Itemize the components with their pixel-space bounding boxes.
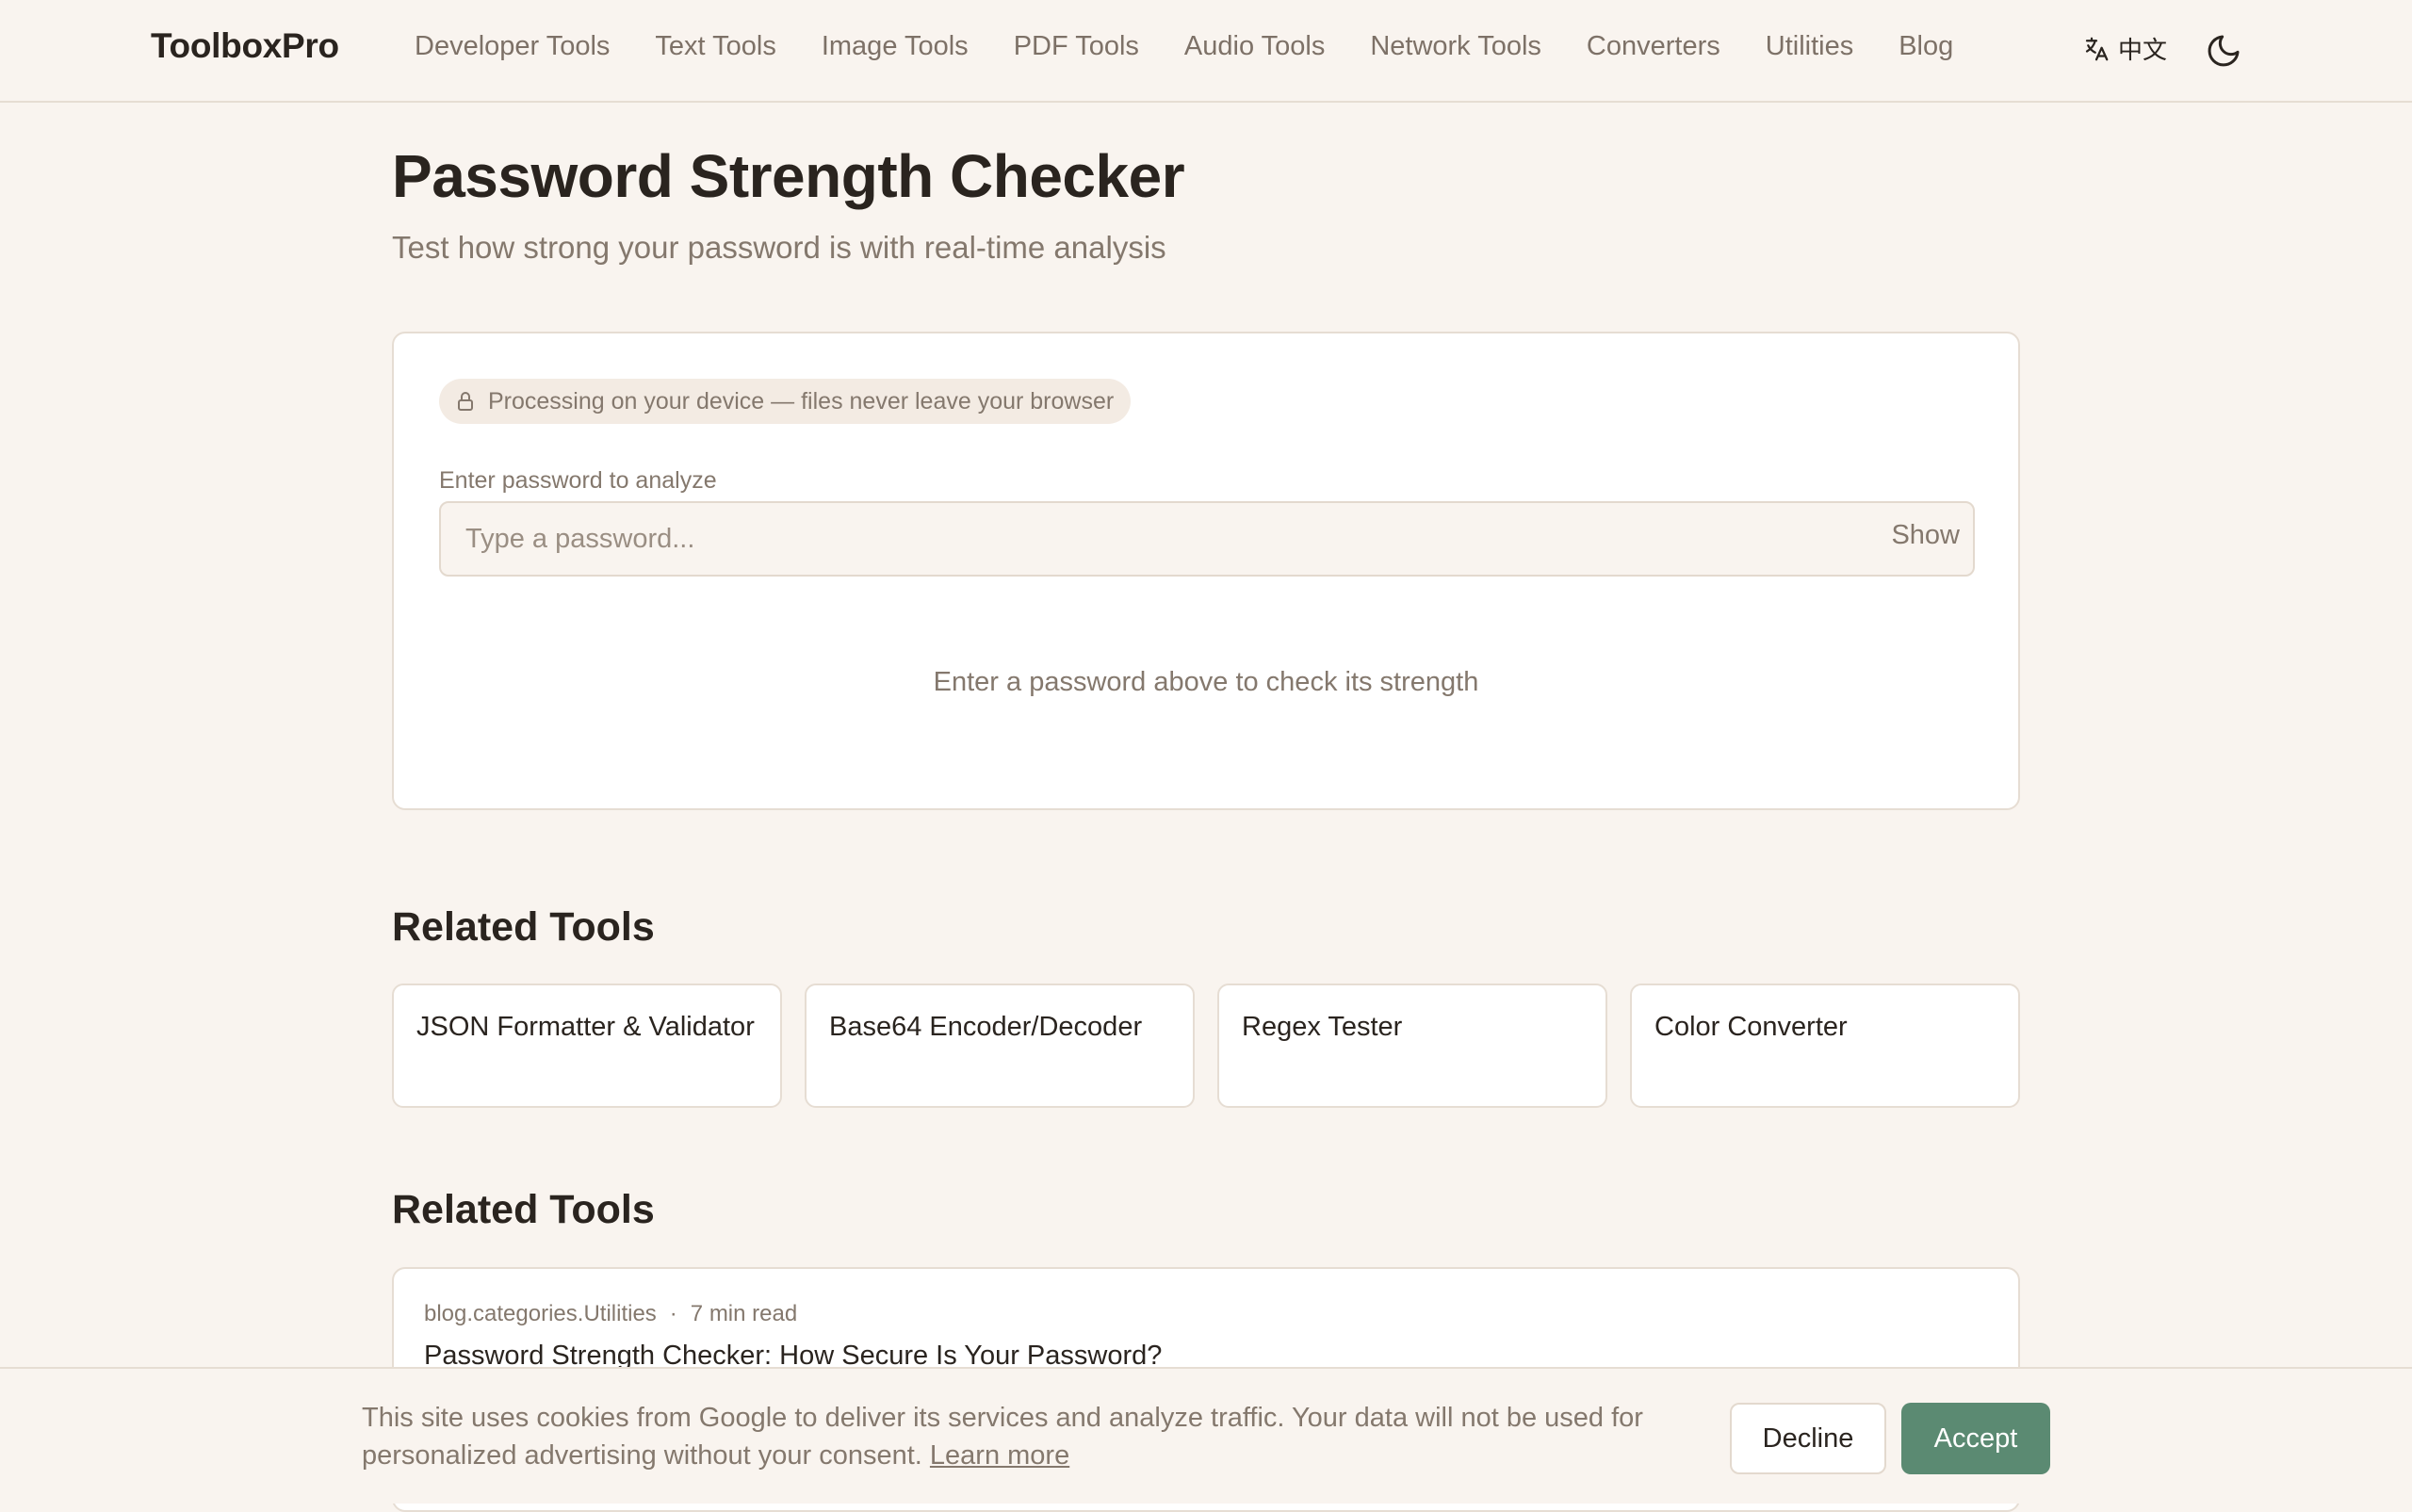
language-switcher[interactable]: 中文 (2082, 31, 2167, 66)
page-title: Password Strength Checker (392, 142, 1185, 210)
privacy-badge: Processing on your device — files never … (439, 379, 1132, 424)
site-header: ToolboxPro Developer Tools Text Tools Im… (0, 0, 2412, 103)
nav-image-tools[interactable]: Image Tools (822, 31, 969, 62)
blog-post-category: blog.categories.Utilities (424, 1301, 657, 1326)
main-nav: Developer Tools Text Tools Image Tools P… (415, 31, 1953, 62)
tool-card-json-formatter[interactable]: JSON Formatter & Validator (392, 984, 782, 1108)
nav-audio-tools[interactable]: Audio Tools (1184, 31, 1325, 62)
privacy-badge-text: Processing on your device — files never … (488, 387, 1115, 415)
tool-card-base64[interactable]: Base64 Encoder/Decoder (805, 984, 1195, 1108)
password-label: Enter password to analyze (439, 467, 717, 494)
checker-card: Processing on your device — files never … (392, 332, 2020, 810)
meta-separator: · (669, 1301, 677, 1326)
decline-button[interactable]: Decline (1730, 1403, 1886, 1474)
related-tools-grid: JSON Formatter & Validator Base64 Encode… (392, 984, 2020, 1108)
nav-converters[interactable]: Converters (1587, 31, 1720, 62)
page-subtitle: Test how strong your password is with re… (392, 230, 1166, 265)
nav-network-tools[interactable]: Network Tools (1370, 31, 1541, 62)
password-input[interactable] (441, 503, 1854, 575)
site-logo[interactable]: ToolboxPro (151, 26, 339, 66)
nav-developer-tools[interactable]: Developer Tools (415, 31, 610, 62)
cookie-banner-text: This site uses cookies from Google to de… (362, 1399, 1700, 1474)
nav-blog[interactable]: Blog (1899, 31, 1953, 62)
related-tools-title: Related Tools (392, 904, 655, 950)
cookie-banner: This site uses cookies from Google to de… (0, 1367, 2412, 1504)
related-posts-title: Related Tools (392, 1187, 655, 1232)
tool-card-color-converter[interactable]: Color Converter (1630, 984, 2020, 1108)
tool-card-regex-tester[interactable]: Regex Tester (1217, 984, 1607, 1108)
password-field: Show (439, 501, 1975, 577)
nav-utilities[interactable]: Utilities (1766, 31, 1853, 62)
show-password-button[interactable]: Show (1891, 520, 1960, 551)
accept-button[interactable]: Accept (1901, 1403, 2050, 1474)
language-label: 中文 (2118, 36, 2168, 64)
empty-state-hint: Enter a password above to check its stre… (933, 667, 1479, 697)
moon-icon[interactable] (2205, 32, 2242, 70)
nav-pdf-tools[interactable]: PDF Tools (1014, 31, 1139, 62)
learn-more-link[interactable]: Learn more (930, 1440, 1069, 1471)
translate-icon (2085, 37, 2109, 60)
blog-post-read-time: 7 min read (690, 1301, 798, 1326)
lock-icon (458, 392, 473, 411)
nav-text-tools[interactable]: Text Tools (655, 31, 775, 62)
blog-post-meta: blog.categories.Utilities · 7 min read (424, 1301, 797, 1327)
